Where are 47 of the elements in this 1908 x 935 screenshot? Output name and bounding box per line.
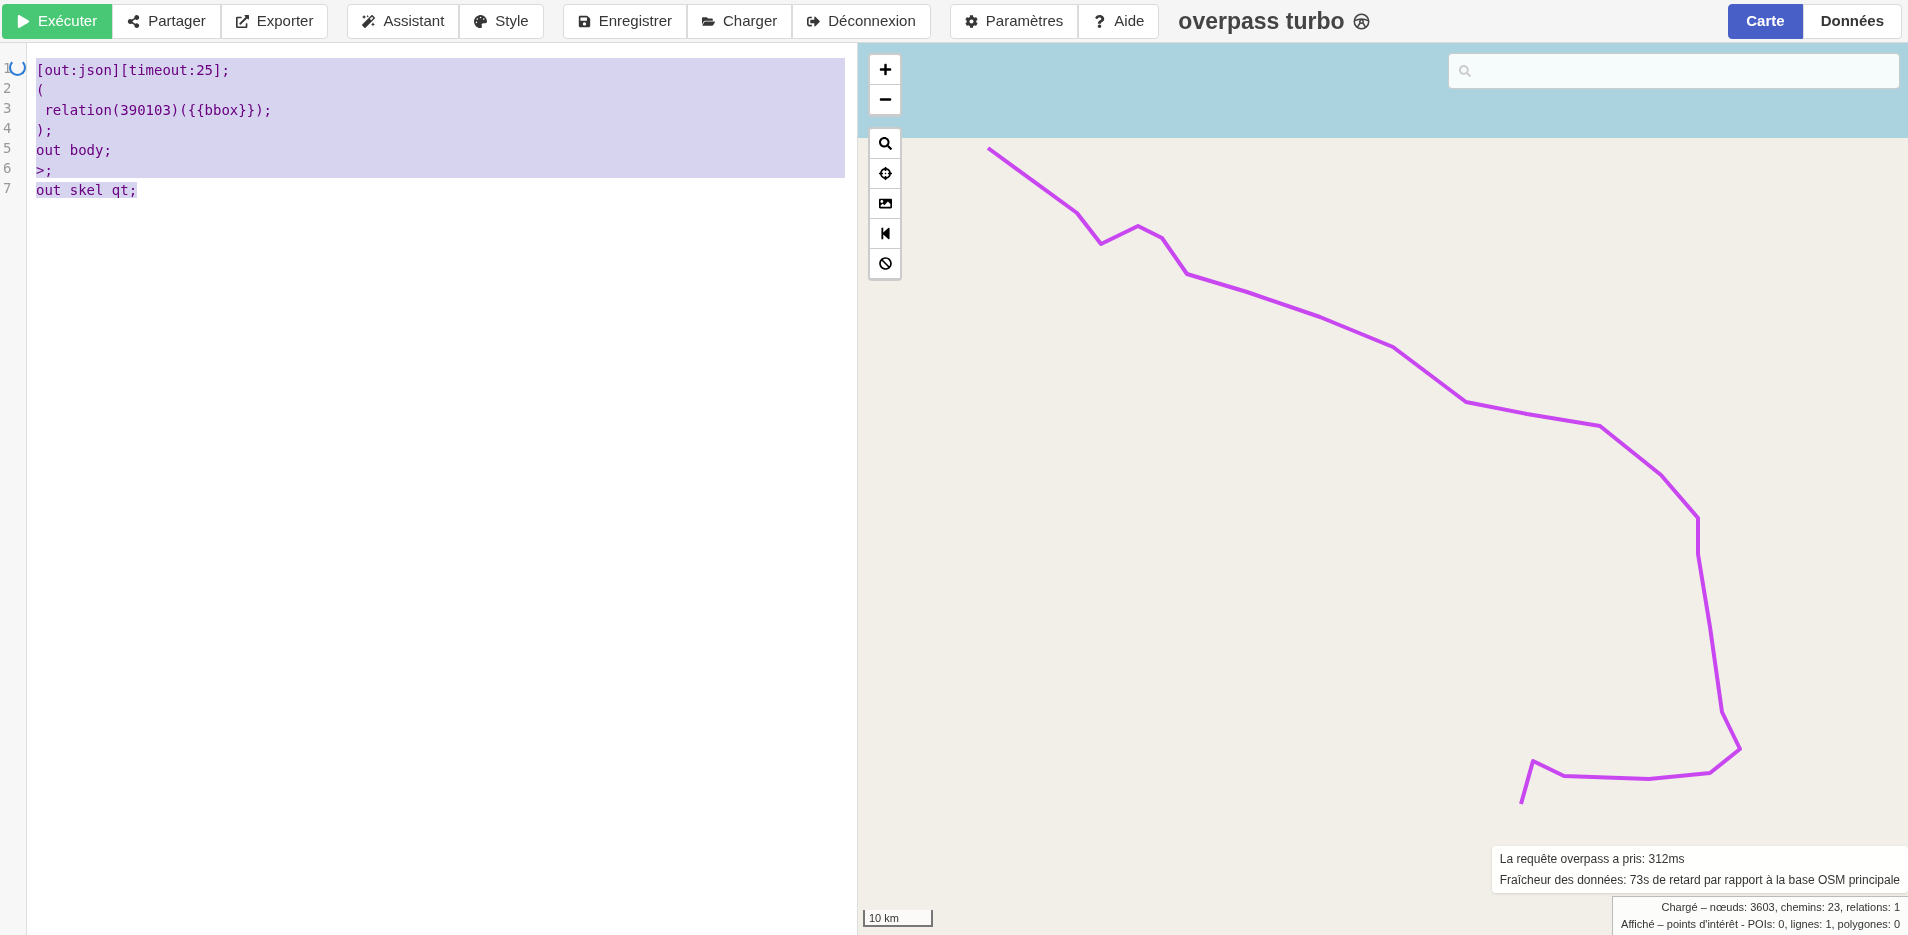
query-info-text: La requête overpass a pris: 312ms (1499, 851, 1686, 868)
code-line: [out:json][timeout:25]; (36, 62, 230, 78)
code-line: ( (36, 82, 45, 98)
app-title: overpass turbo (1178, 6, 1345, 36)
search-icon (878, 137, 892, 150)
toolbar-button[interactable]: Style (459, 3, 544, 39)
query-info-text: Fraîcheur des données: 73s de retard par rapport à la base OSM principale (1499, 872, 1900, 889)
code-line: >; (36, 162, 53, 178)
code-line: relation(390103)({{bbox}}); (43, 102, 272, 118)
view-tab[interactable]: Données (1802, 3, 1902, 39)
skip-back-icon (878, 227, 892, 240)
zoom-in-icon (878, 63, 892, 76)
search-icon (1459, 65, 1471, 77)
line-number: 5 (2, 139, 13, 158)
ban-icon (878, 257, 892, 270)
line-number: 7 (2, 179, 13, 198)
code-line: ); (36, 122, 53, 138)
steering-wheel-icon (1352, 12, 1370, 30)
toolbar-button[interactable]: Aide (1078, 3, 1160, 39)
settings-icon (964, 14, 978, 28)
folder-icon (702, 14, 716, 28)
share-icon (127, 14, 141, 28)
play-icon (17, 14, 30, 28)
stats-text: Affiché – points d'intérêt - POIs: 0, lignes: 1, polygones: 0 (1621, 917, 1900, 932)
toolbar-button[interactable]: Enregistrer (562, 3, 688, 39)
stats-text: Chargé – nœuds: 3603, chemins: 23, relations: 1 (1661, 900, 1900, 915)
code-line: out body; (36, 142, 112, 158)
palette-icon (474, 14, 488, 28)
line-number: 2 (2, 79, 13, 98)
question-mark-icon (1093, 14, 1107, 28)
logout-icon (807, 14, 821, 28)
external-link-icon (235, 14, 249, 28)
magic-wand-icon (362, 14, 376, 28)
line-number: 4 (2, 119, 13, 138)
toolbar-button[interactable]: Paramètres (949, 3, 1079, 39)
toolbar-button[interactable]: Charger (687, 3, 793, 39)
view-tab[interactable]: Carte (1728, 3, 1803, 39)
toolbar-button[interactable]: Exporter (220, 3, 329, 39)
line-number: 6 (2, 159, 13, 178)
search-field[interactable] (1448, 53, 1900, 89)
toolbar-button[interactable]: Assistant (347, 3, 460, 39)
image-icon (878, 197, 892, 210)
line-number: 3 (2, 99, 13, 118)
toolbar-button[interactable]: Partager (112, 3, 221, 39)
scale-bar: 10 km (863, 910, 933, 927)
crosshair-icon (878, 167, 892, 180)
toolbar-button[interactable]: Déconnexion (792, 3, 931, 39)
